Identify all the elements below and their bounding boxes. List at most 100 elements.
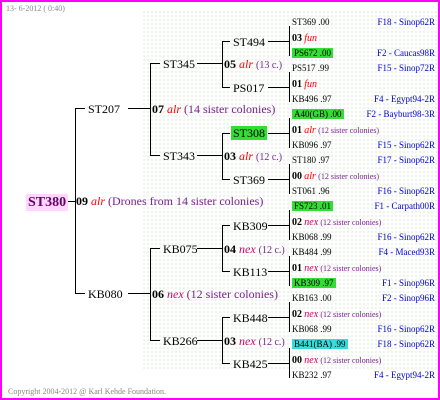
l4-id: ST061 .96 (292, 186, 330, 196)
node-l2-3[interactable]: KB266 (163, 335, 198, 347)
connector (150, 248, 151, 340)
l4-row[interactable]: KB163 .00 (292, 294, 332, 303)
l4-row[interactable]: 00 nex (12 sister colonies) (292, 356, 381, 366)
l4-row[interactable]: PS672 .00 (292, 48, 334, 58)
l1-1-gen: 06 (152, 287, 164, 301)
l4-row[interactable]: PS517 .99 (292, 64, 329, 73)
node-l2-0[interactable]: ST345 (163, 58, 195, 70)
l2-0-note: (13 c.) (256, 60, 283, 71)
connector (268, 317, 290, 318)
l1-1-note: (12 sister colonies) (186, 287, 278, 301)
l2-3-info: 03 nex (12 c.) (224, 335, 285, 348)
connector (222, 225, 223, 271)
l4-id: KB232 .97 (292, 370, 332, 380)
l2-3-breed: nex (239, 334, 256, 348)
node-l1-1[interactable]: KB080 (88, 288, 123, 300)
l4-row[interactable]: B441(BA) .99 (292, 339, 348, 349)
l2-0-info: 05 alr (13 c.) (224, 58, 282, 71)
l4-id: B441(BA) .99 (292, 339, 348, 349)
l4-row[interactable]: 02 nex (12 sister colonies) (292, 310, 381, 320)
node-l3-1[interactable]: PS017 (233, 82, 264, 94)
l4-id: FS723 .01 (292, 201, 334, 211)
l4-row[interactable]: KB496 .97 (292, 95, 332, 104)
l4-id: KB096 .97 (292, 140, 332, 150)
node-l3-4[interactable]: KB309 (233, 220, 268, 232)
l1-1-breed: nex (167, 287, 184, 301)
l2-1-info: 03 alr (12 c.) (224, 150, 282, 163)
l4-row[interactable]: 00 alr (12 sister colonies) (292, 172, 379, 182)
l4-note: (12 sister colonies) (320, 310, 382, 319)
connector (268, 225, 290, 226)
node-l3-6[interactable]: KB448 (233, 312, 268, 324)
connector (150, 155, 160, 156)
node-l2-1[interactable]: ST343 (163, 150, 195, 162)
connector (222, 317, 223, 363)
l4-gen: 01 (292, 263, 302, 274)
connector (289, 26, 290, 56)
node-l3-2-label: ST308 (231, 126, 268, 140)
node-l3-0[interactable]: ST494 (233, 36, 265, 48)
l4-note: (12 sister colonies) (320, 356, 382, 365)
l4-row[interactable]: KB068 .99 (292, 325, 332, 334)
l4-note: (12 sister colonies) (320, 264, 382, 273)
l4-row[interactable]: 01 alr (12 sister colonies) (292, 126, 379, 136)
connector (222, 87, 230, 88)
l4-row[interactable]: KB068 .99 (292, 233, 332, 242)
l4-row[interactable]: 01 nex (12 sister colonies) (292, 264, 381, 274)
node-l3-3[interactable]: ST369 (233, 174, 265, 186)
l4-row[interactable]: 02 nex (12 sister colonies) (292, 218, 381, 228)
connector (150, 63, 160, 64)
root-node[interactable]: ST380 (26, 194, 69, 211)
node-l1-0[interactable]: ST207 (88, 103, 120, 115)
l4-row[interactable]: 01 fun (292, 80, 317, 90)
connector (128, 108, 150, 109)
l4-row[interactable]: KB232 .97 (292, 371, 332, 380)
l2-1-gen: 03 (224, 149, 236, 163)
connector (197, 63, 223, 64)
l2-3-gen: 03 (224, 334, 236, 348)
node-l2-2[interactable]: KB075 (163, 243, 198, 255)
l2-2-note: (12 c.) (258, 245, 285, 256)
connector (289, 164, 290, 194)
l4-row[interactable]: ST061 .96 (292, 187, 330, 196)
l2-0-breed: alr (239, 57, 254, 71)
node-l3-2[interactable]: ST308 (231, 126, 268, 140)
l1-0-gen: 07 (152, 102, 164, 116)
node-l3-5[interactable]: KB113 (233, 266, 267, 278)
l1-1-info: 06 nex (12 sister colonies) (152, 288, 278, 300)
l4-gen: 02 (292, 309, 302, 320)
l4-position: F4 - Egypt94-2R (373, 94, 435, 104)
l4-row[interactable]: KB309 .97 (292, 278, 336, 288)
connector (268, 179, 290, 180)
l4-position: F15 - Sinop72R (377, 63, 435, 73)
l4-id: KB484 .99 (292, 247, 332, 257)
l4-position: F18 - Sinop62R (377, 339, 435, 349)
connector (289, 348, 290, 378)
node-l3-7[interactable]: KB425 (233, 358, 268, 370)
l4-id: A40(GB) .00 (292, 109, 344, 119)
l4-row[interactable]: ST180 .97 (292, 156, 330, 165)
l2-2-info: 04 nex (12 c.) (224, 243, 285, 256)
l4-gen: 01 (292, 125, 302, 136)
l4-gen: 00 (292, 355, 302, 366)
connector (289, 72, 290, 102)
l4-position: F17 - Sinop62R (377, 155, 435, 165)
connector (268, 271, 290, 272)
l4-row[interactable]: FS723 .01 (292, 201, 334, 211)
l4-row[interactable]: A40(GB) .00 (292, 109, 344, 119)
l4-row[interactable]: KB484 .99 (292, 248, 332, 257)
l4-row[interactable]: 03 fun (292, 34, 317, 44)
connector (289, 210, 290, 240)
l4-position: F2 - Bayburt98-3R (366, 109, 436, 119)
l2-2-gen: 04 (224, 242, 236, 256)
l4-row[interactable]: KB096 .97 (292, 141, 332, 150)
l4-id: PS517 .99 (292, 63, 330, 73)
l1-0-note: (14 sister colonies) (184, 102, 276, 116)
l2-2-breed: nex (239, 242, 256, 256)
l4-position: F16 - Sinop62R (377, 232, 435, 242)
connector (222, 133, 223, 179)
l4-row[interactable]: ST369 .00 (292, 18, 330, 27)
l4-id: KB496 .97 (292, 94, 332, 104)
connector (222, 41, 223, 87)
footer-copyright: Copyright 2004-2012 @ Karl Kehde Foundat… (8, 387, 167, 396)
